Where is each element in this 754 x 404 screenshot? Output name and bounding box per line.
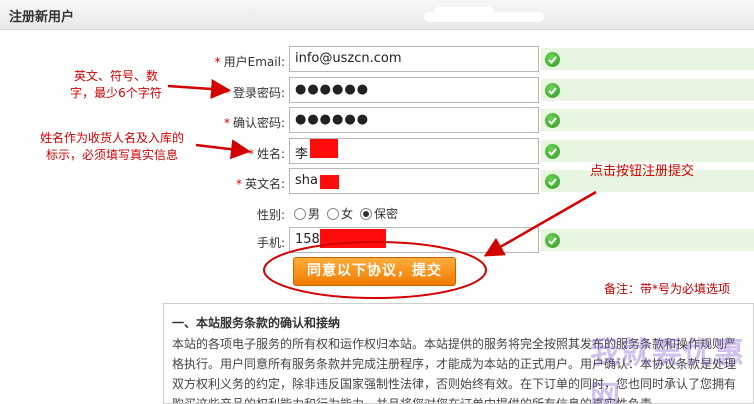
english-name-label: 英文名: [244,177,285,191]
name-label: 姓名: [256,147,285,161]
check-icon [545,113,560,128]
radio-button[interactable] [327,207,340,220]
password-field[interactable]: ●●●●●● [289,77,539,103]
phone-row: 手机: 158 [0,227,754,255]
required-mark: * [247,147,254,161]
phone-hint-bg [541,229,754,251]
gender-radio-group: 男 女 保密 [294,205,403,222]
radio-button[interactable] [294,207,306,220]
password-annotation: 英文、符号、数 字，最少6个字符 [70,69,162,100]
agree-submit-button[interactable]: 同意以下协议，提交 [293,257,456,286]
check-icon [545,83,560,98]
name-hint-bg [541,140,754,162]
email-field[interactable]: info@uszcn.com [289,46,539,72]
gender-option-secret[interactable]: 保密 [360,205,398,222]
confirm-hint-bg [541,109,754,131]
redaction-box [320,229,386,248]
redaction-box [320,175,339,189]
password-hint-bg [541,79,754,101]
name-annotation: 姓名作为收货人名及入库的 标示，必须填写真实信息 [39,131,184,162]
email-hint-bg [541,48,754,70]
required-mark: * [223,86,230,100]
header-watermark [424,7,544,22]
radio-button-selected[interactable] [360,207,373,220]
redaction-box [310,139,338,158]
confirm-label: 确认密码: [232,116,285,130]
check-icon [545,174,560,189]
gender-label: 性别: [256,208,285,222]
required-note: 备注：带*号为必填选项 [604,282,731,296]
email-label: 用户Email: [223,55,285,69]
gender-option-female[interactable]: 女 [327,205,353,222]
phone-label: 手机: [256,236,285,250]
confirm-password-field[interactable]: ●●●●●● [289,107,539,133]
required-mark: * [235,177,242,191]
required-mark: * [223,116,230,130]
page-title: 注册新用户 [9,10,75,25]
watermark-text: 我就要优惠网 [590,336,745,404]
required-mark: * [214,55,221,69]
gender-row: 性别: 男 女 保密 [0,199,754,227]
header-bar: 注册新用户 [0,0,754,30]
check-icon [545,233,560,248]
password-label: 登录密码: [232,86,285,100]
submit-annotation: 点击按钮注册提交 [590,164,695,179]
check-icon [545,52,560,67]
check-icon [545,144,560,159]
gender-option-male[interactable]: 男 [294,205,320,222]
